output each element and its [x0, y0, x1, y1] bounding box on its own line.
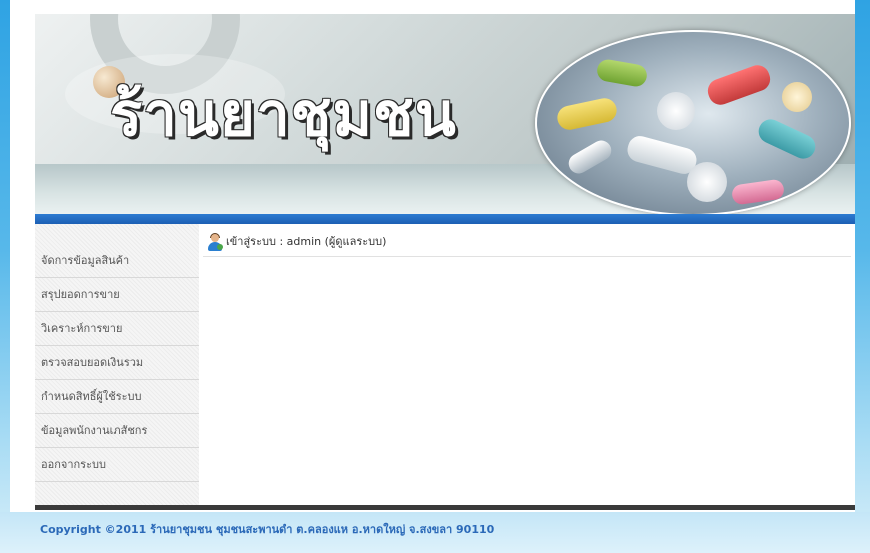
login-status-text: เข้าสู่ระบบ : admin (ผู้ดูแลระบบ) — [226, 235, 387, 248]
frame-left — [0, 0, 10, 553]
sidebar: จัดการข้อมูลสินค้า สรุปยอดการขาย วิเคราะ… — [35, 224, 199, 505]
pill-shape — [730, 178, 786, 206]
sidebar-menu: จัดการข้อมูลสินค้า สรุปยอดการขาย วิเคราะ… — [35, 244, 199, 482]
pill-shape — [624, 133, 700, 177]
pill-shape — [657, 92, 695, 130]
divider — [203, 256, 851, 257]
login-status: เข้าสู่ระบบ : admin (ผู้ดูแลระบบ) — [207, 232, 386, 252]
pill-shape — [595, 57, 649, 89]
frame-right — [855, 0, 870, 553]
sidebar-item-manage-products[interactable]: จัดการข้อมูลสินค้า — [35, 244, 199, 278]
footer-divider — [35, 505, 855, 510]
sidebar-item-sales-summary[interactable]: สรุปยอดการขาย — [35, 278, 199, 312]
site-logo: ร้านยาชุมชน — [110, 80, 457, 150]
sidebar-item-check-total[interactable]: ตรวจสอบยอดเงินรวม — [35, 346, 199, 380]
pill-shape — [704, 61, 774, 109]
pills-image — [535, 30, 851, 214]
user-icon — [207, 233, 223, 251]
pill-shape — [565, 136, 615, 178]
copyright-text: Copyright ©2011 ร้านยาชุมชน ชุมชนสะพานดำ… — [40, 523, 495, 536]
sidebar-item-user-permissions[interactable]: กำหนดสิทธิ์ผู้ใช้ระบบ — [35, 380, 199, 414]
sidebar-item-sales-analysis[interactable]: วิเคราะห์การขาย — [35, 312, 199, 346]
pill-shape — [754, 115, 820, 163]
frame-top — [0, 0, 870, 14]
pill-shape — [555, 96, 619, 132]
pill-shape — [687, 162, 727, 202]
header-banner: ร้านยาชุมชน — [35, 14, 855, 214]
header-blue-bar — [35, 214, 855, 224]
pill-shape — [782, 82, 812, 112]
main-content: เข้าสู่ระบบ : admin (ผู้ดูแลระบบ) — [199, 224, 855, 505]
sidebar-item-logout[interactable]: ออกจากระบบ — [35, 448, 199, 482]
sidebar-item-pharmacist-info[interactable]: ข้อมูลพนักงานเภสัชกร — [35, 414, 199, 448]
